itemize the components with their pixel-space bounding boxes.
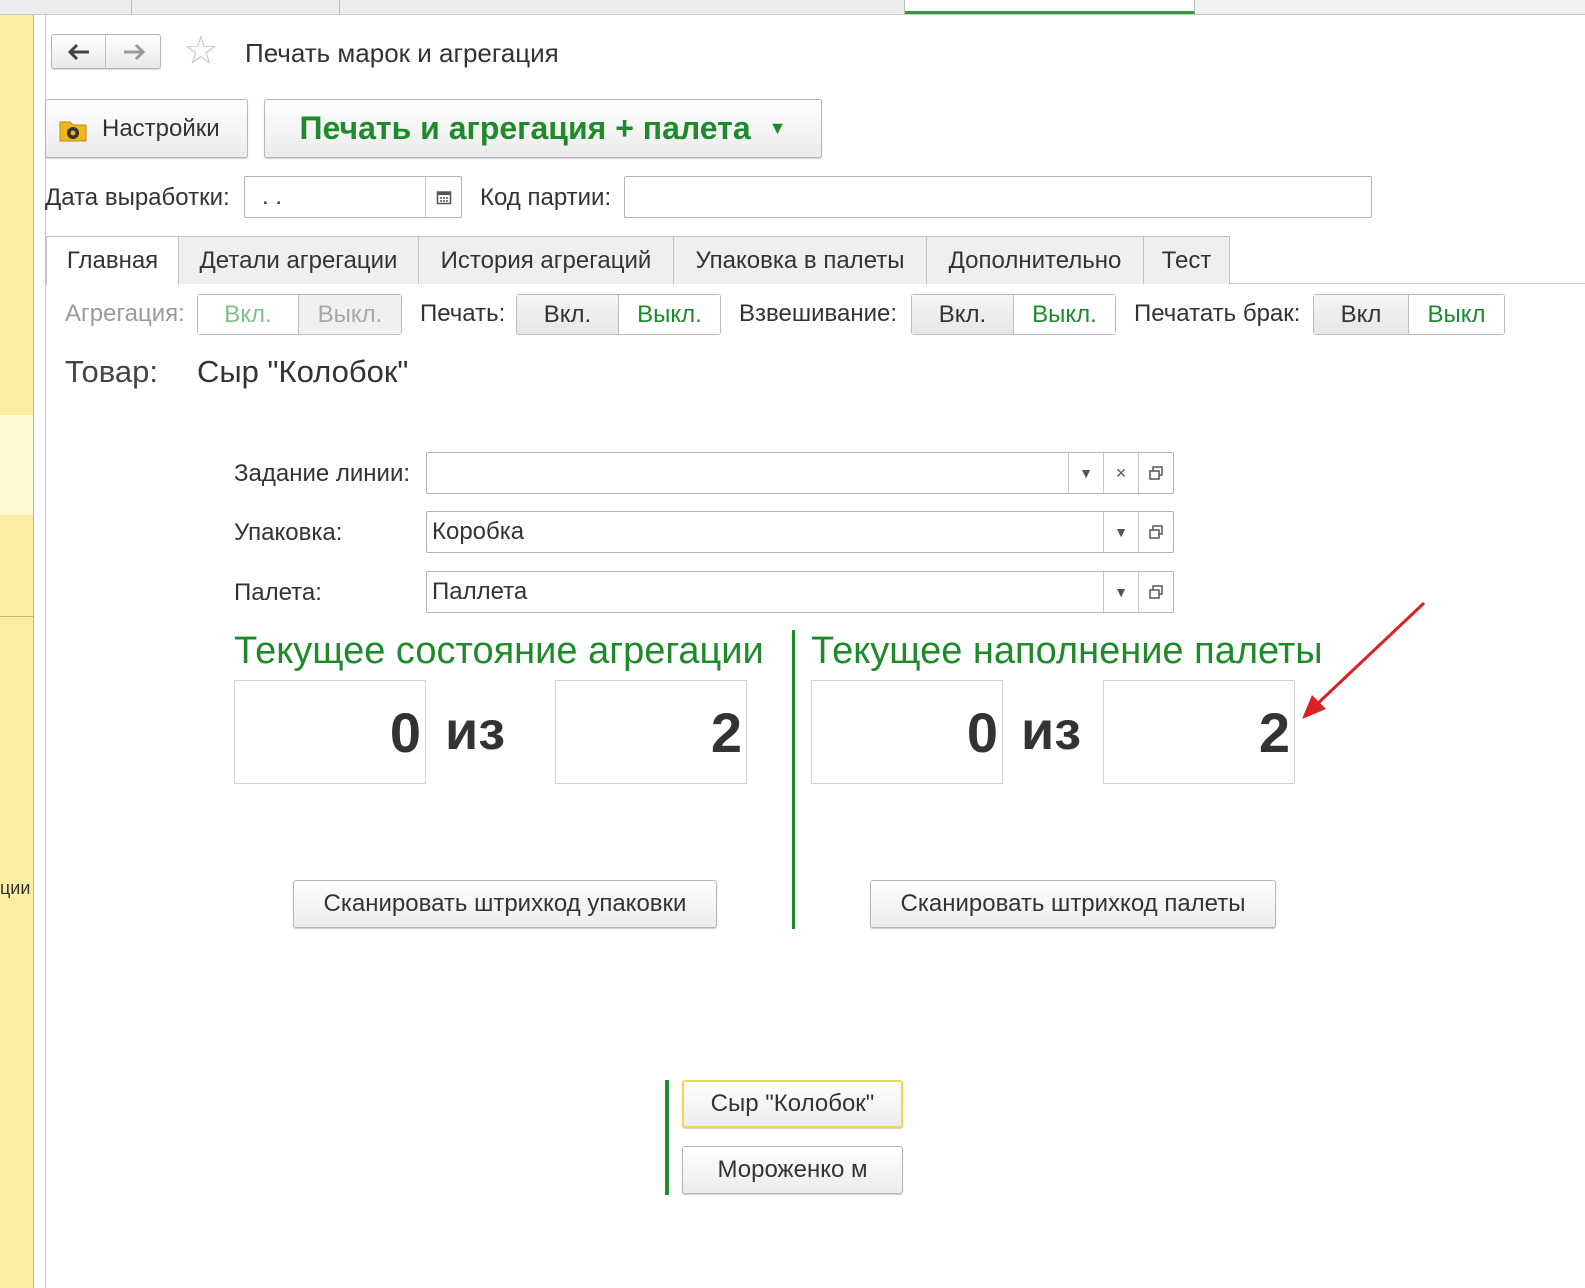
aggregation-status-title: Текущее состояние агрегации	[234, 630, 764, 672]
tab-pallet-packing[interactable]: Упаковка в палеты	[673, 236, 927, 284]
product-button-cheese[interactable]: Сыр "Колобок"	[682, 1080, 903, 1128]
scan-package-barcode-button[interactable]: Сканировать штрихкод упаковки	[293, 880, 717, 928]
left-sections-panel: ции	[0, 15, 34, 1288]
weighing-toggle-label: Взвешивание:	[739, 300, 898, 327]
window-tab[interactable]	[132, 0, 340, 14]
aggregation-current-count: 0	[234, 680, 426, 784]
open-window-icon[interactable]	[1138, 453, 1173, 493]
product-buttons-group-bar	[665, 1080, 669, 1195]
chevron-down-icon[interactable]: ▼	[1068, 453, 1103, 493]
print-defect-toggle-label: Печатать брак:	[1134, 300, 1301, 327]
status-divider	[792, 630, 795, 929]
scan-pallet-barcode-button[interactable]: Сканировать штрихкод палеты	[870, 880, 1276, 928]
weighing-toggle: Вкл. Выкл.	[911, 294, 1116, 335]
arrow-right-icon	[124, 43, 146, 60]
print-toggle-label: Печать:	[420, 300, 506, 327]
pallet-field[interactable]: Паллета ▼	[426, 571, 1174, 613]
page-title: Печать марок и агрегация	[245, 38, 559, 68]
batch-code-input[interactable]	[624, 176, 1372, 218]
chevron-down-icon: ▼	[768, 118, 787, 138]
weighing-on-option[interactable]: Вкл.	[912, 295, 1013, 334]
print-defect-toggle: Вкл Выкл	[1313, 294, 1505, 335]
left-panel-selected-item[interactable]	[0, 415, 33, 515]
aggregation-total-count: 2	[555, 680, 747, 784]
annotation-arrow-icon	[1302, 601, 1426, 719]
chevron-down-icon[interactable]: ▼	[1103, 512, 1138, 552]
back-button[interactable]	[52, 35, 106, 68]
gear-folder-icon	[58, 114, 88, 144]
pallet-current-count: 0	[811, 680, 1003, 784]
star-icon[interactable]: ☆	[183, 31, 219, 71]
left-panel-separator	[0, 616, 33, 617]
tab-aggregation-history[interactable]: История агрегаций	[418, 236, 674, 284]
tab-label: Детали агрегации	[199, 246, 398, 274]
window-tab[interactable]	[340, 0, 905, 14]
print-on-option[interactable]: Вкл.	[517, 295, 618, 334]
settings-button[interactable]: Настройки	[45, 99, 248, 158]
aggregation-off-option[interactable]: Выкл.	[298, 295, 401, 334]
print-aggregation-pallet-button[interactable]: Печать и агрегация + палета ▼	[264, 99, 822, 158]
tab-additional[interactable]: Дополнительно	[926, 236, 1144, 284]
print-toggle: Вкл. Выкл.	[516, 294, 721, 335]
product-button-icecream[interactable]: Мороженко м	[682, 1146, 903, 1194]
print-defect-off-option[interactable]: Выкл	[1408, 295, 1504, 334]
window-tabs-strip	[0, 0, 1585, 15]
open-window-icon[interactable]	[1138, 572, 1173, 612]
print-aggregation-label: Печать и агрегация + палета	[299, 110, 751, 146]
tab-label: Дополнительно	[948, 246, 1122, 274]
weighing-off-option[interactable]: Выкл.	[1013, 295, 1115, 334]
production-date-input[interactable]: . .	[244, 176, 462, 218]
window-tab[interactable]	[0, 0, 132, 14]
arrow-left-icon	[67, 43, 89, 60]
tab-label: Главная	[66, 247, 159, 274]
aggregation-on-option[interactable]: Вкл.	[198, 295, 298, 334]
tab-label: Упаковка в палеты	[695, 246, 905, 274]
pallet-value: Паллета	[432, 578, 528, 605]
pallet-of-label: из	[1021, 701, 1082, 761]
close-icon[interactable]: ×	[1103, 453, 1138, 493]
print-defect-on-option[interactable]: Вкл	[1314, 295, 1408, 334]
tab-test[interactable]: Тест	[1143, 236, 1230, 284]
calendar-icon[interactable]	[425, 177, 461, 217]
aggregation-toggle-label: Агрегация:	[65, 300, 185, 327]
forward-button[interactable]	[107, 35, 161, 68]
tab-label: Тест	[1161, 246, 1212, 274]
line-task-field[interactable]: ▼ ×	[426, 452, 1174, 494]
pallet-label: Палета:	[234, 579, 322, 606]
history-nav	[51, 34, 161, 69]
pallet-status-title: Текущее наполнение палеты	[811, 630, 1323, 672]
aggregation-toggle: Вкл. Выкл.	[197, 294, 402, 335]
packaging-value: Коробка	[432, 518, 525, 545]
tab-main[interactable]: Главная	[46, 236, 179, 285]
packaging-label: Упаковка:	[234, 519, 343, 546]
product-value: Сыр "Колобок"	[197, 354, 409, 389]
production-date-label: Дата выработки:	[45, 184, 230, 211]
pallet-total-count: 2	[1103, 680, 1295, 784]
print-off-option[interactable]: Выкл.	[618, 295, 720, 334]
tab-label: История агрегаций	[440, 246, 652, 274]
product-label: Товар:	[65, 354, 158, 389]
production-date-value: . .	[262, 183, 283, 210]
window-tab-active[interactable]	[905, 0, 1195, 14]
line-task-label: Задание линии:	[234, 460, 411, 487]
batch-code-label: Код партии:	[480, 184, 612, 211]
left-panel-label[interactable]: ции	[0, 878, 30, 899]
aggregation-of-label: из	[445, 701, 506, 761]
chevron-down-icon[interactable]: ▼	[1103, 572, 1138, 612]
tab-aggregation-details[interactable]: Детали агрегации	[178, 236, 419, 284]
settings-label: Настройки	[102, 114, 220, 142]
packaging-field[interactable]: Коробка ▼	[426, 511, 1174, 553]
open-window-icon[interactable]	[1138, 512, 1173, 552]
